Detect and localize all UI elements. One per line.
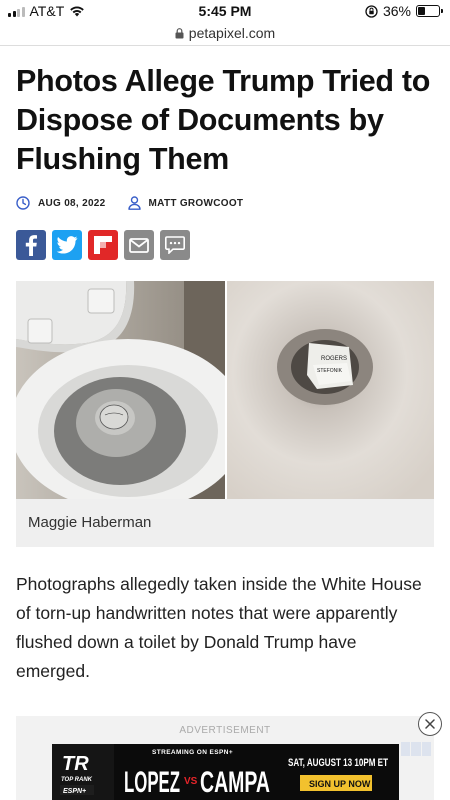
ad-brand-sub: TOP RANK xyxy=(61,777,93,783)
article-photo-right: ROGERS STEFONIK xyxy=(227,281,434,499)
twitter-icon xyxy=(56,236,78,254)
battery-icon xyxy=(416,5,443,17)
article-photo-left xyxy=(16,281,225,499)
comment-share-button[interactable] xyxy=(160,230,190,260)
battery-percent: 36% xyxy=(382,3,411,19)
email-share-button[interactable] xyxy=(124,230,154,260)
orientation-lock-icon xyxy=(365,4,378,18)
photo-caption: Maggie Haberman xyxy=(16,499,434,547)
ad-choices-icon[interactable] xyxy=(401,742,431,756)
toilet-photo-right: ROGERS STEFONIK xyxy=(227,281,434,499)
ad-network: ESPN+ xyxy=(63,788,86,795)
article-title: Photos Allege Trump Tried to Dispose of … xyxy=(16,64,431,176)
note-text-2: STEFONIK xyxy=(317,368,343,374)
note-text-1: ROGERS xyxy=(321,356,347,362)
ad-streaming: STREAMING ON ESPN+ xyxy=(152,749,233,756)
clock-icon xyxy=(16,196,30,210)
flipboard-icon xyxy=(94,236,112,254)
comment-icon xyxy=(165,236,185,254)
ad-cta: SIGN UP NOW xyxy=(309,779,371,789)
divider xyxy=(0,45,450,46)
ad-brand: TR xyxy=(62,753,89,775)
facebook-icon xyxy=(25,235,37,256)
ad-artwork: TR TOP RANK ESPN+ STREAMING ON ESPN+ LOP… xyxy=(52,744,399,800)
ad-label: ADVERTISEMENT xyxy=(179,725,271,736)
ad-fighter-2: CAMPA xyxy=(200,766,270,799)
ad-date: SAT, AUGUST 13 10PM ET xyxy=(288,757,388,769)
status-bar: AT&T 5:45 PM 36% xyxy=(0,0,450,22)
address-bar[interactable]: petapixel.com xyxy=(0,22,450,44)
date-text: AUG 08, 2022 xyxy=(38,197,106,209)
close-ad-button[interactable] xyxy=(418,712,442,736)
share-bar xyxy=(16,230,190,260)
ad-vs: VS xyxy=(184,776,198,787)
author[interactable]: MATT GROWCOOT xyxy=(127,196,244,210)
ad-banner[interactable]: TR TOP RANK ESPN+ STREAMING ON ESPN+ LOP… xyxy=(52,744,399,800)
ad-fighter-1: LOPEZ xyxy=(124,766,180,799)
close-icon xyxy=(425,719,435,729)
url-text: petapixel.com xyxy=(188,25,276,41)
author-name: MATT GROWCOOT xyxy=(148,197,244,209)
article-meta: AUG 08, 2022 MATT GROWCOOT xyxy=(16,196,265,210)
toilet-photo-left xyxy=(16,281,225,499)
user-icon xyxy=(127,196,141,210)
facebook-share-button[interactable] xyxy=(16,230,46,260)
flipboard-share-button[interactable] xyxy=(88,230,118,260)
publish-date: AUG 08, 2022 xyxy=(16,196,106,210)
lock-icon xyxy=(175,27,184,38)
twitter-share-button[interactable] xyxy=(52,230,82,260)
article-body: Photographs allegedly taken inside the W… xyxy=(16,574,422,681)
envelope-icon xyxy=(129,237,149,253)
